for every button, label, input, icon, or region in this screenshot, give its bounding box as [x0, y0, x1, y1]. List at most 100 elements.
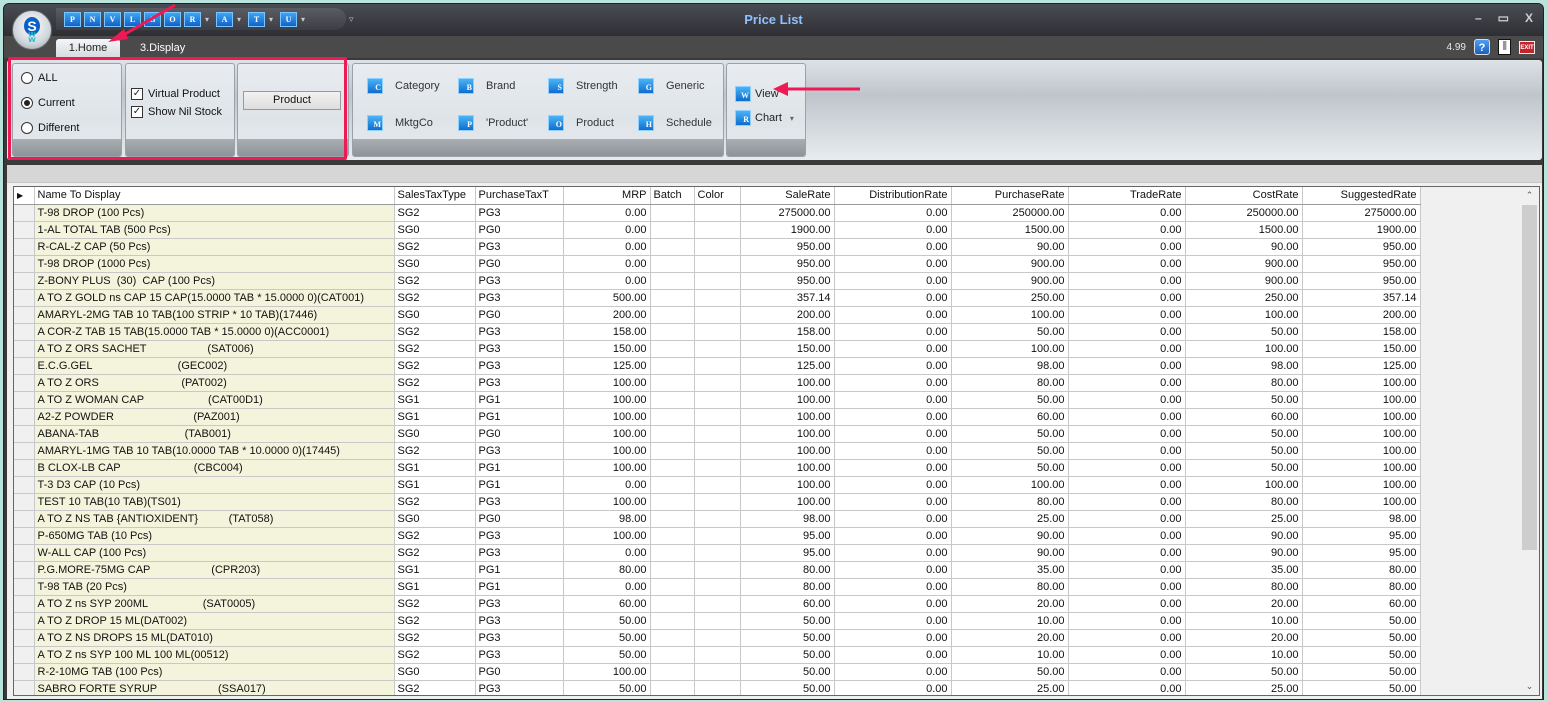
table-row[interactable]: SABRO FORTE SYRUP (SSA017) SG2 PG3 50.00 50.… [14, 680, 1427, 695]
cell-traderate[interactable]: 0.00 [1068, 289, 1186, 307]
cell-name-to-display[interactable]: Z-BONY PLUS (30) CAP (100 Pcs) [34, 272, 395, 290]
cell-color[interactable] [694, 612, 741, 630]
cell-name-to-display[interactable]: T-98 DROP (100 Pcs) [34, 204, 395, 222]
row-header[interactable] [14, 323, 35, 341]
cell-name-to-display[interactable]: A TO Z ORS SACHET (SAT006) [34, 340, 395, 358]
cell-color[interactable] [694, 204, 741, 222]
cell-traderate[interactable]: 0.00 [1068, 374, 1186, 392]
cell-purchasetaxt[interactable]: PG3 [475, 680, 564, 695]
table-row[interactable]: A TO Z ns SYP 100 ML 100 ML(00512) SG2 PG3… [14, 646, 1427, 664]
cell-costrate[interactable]: 20.00 [1185, 595, 1303, 613]
cell-suggestedrate[interactable]: 95.00 [1302, 527, 1421, 545]
table-row[interactable]: A TO Z GOLD ns CAP 15 CAP(15.0000 TAB * … [14, 289, 1427, 307]
cell-traderate[interactable]: 0.00 [1068, 561, 1186, 579]
cell-traderate[interactable]: 0.00 [1068, 323, 1186, 341]
cell-costrate[interactable]: 80.00 [1185, 493, 1303, 511]
cell-salestaxtype[interactable]: SG2 [394, 612, 476, 630]
cell-batch[interactable] [650, 340, 695, 358]
cell-suggestedrate[interactable]: 100.00 [1302, 459, 1421, 477]
cell-batch[interactable] [650, 459, 695, 477]
cell-mrp[interactable]: 158.00 [563, 323, 651, 341]
cell-purchasetaxt[interactable]: PG3 [475, 612, 564, 630]
cell-salerate[interactable]: 150.00 [740, 340, 835, 358]
cell-salerate[interactable]: 200.00 [740, 306, 835, 324]
cell-distributionrate[interactable]: 0.00 [834, 510, 952, 528]
cell-mrp[interactable]: 150.00 [563, 340, 651, 358]
cell-salestaxtype[interactable]: SG2 [394, 442, 476, 460]
cell-name-to-display[interactable]: A COR-Z TAB 15 TAB(15.0000 TAB * 15.0000… [34, 323, 395, 341]
cell-distributionrate[interactable]: 0.00 [834, 493, 952, 511]
cell-salestaxtype[interactable]: SG2 [394, 527, 476, 545]
cell-distributionrate[interactable]: 0.00 [834, 544, 952, 562]
cell-batch[interactable] [650, 272, 695, 290]
cell-purchasetaxt[interactable]: PG3 [475, 595, 564, 613]
cell-name-to-display[interactable]: A TO Z ORS (PAT002) [34, 374, 395, 392]
cell-mrp[interactable]: 125.00 [563, 357, 651, 375]
row-header[interactable] [14, 510, 35, 528]
radio-all[interactable]: ALL [21, 72, 58, 84]
cell-suggestedrate[interactable]: 100.00 [1302, 476, 1421, 494]
cell-color[interactable] [694, 561, 741, 579]
cell-distributionrate[interactable]: 0.00 [834, 425, 952, 443]
cell-color[interactable] [694, 663, 741, 681]
cell-salestaxtype[interactable]: SG0 [394, 425, 476, 443]
cell-distributionrate[interactable]: 0.00 [834, 204, 952, 222]
cell-costrate[interactable]: 100.00 [1185, 476, 1303, 494]
document-icon[interactable]: ≡ ≡ ≡ [1498, 39, 1511, 55]
cell-salerate[interactable]: 95.00 [740, 544, 835, 562]
cell-mrp[interactable]: 50.00 [563, 612, 651, 630]
row-header[interactable] [14, 476, 35, 494]
tab-display[interactable]: 3.Display [126, 39, 199, 58]
column-header-purchasetaxt[interactable]: PurchaseTaxT [475, 187, 564, 205]
cell-purchaserate[interactable]: 100.00 [951, 476, 1069, 494]
cell-traderate[interactable]: 0.00 [1068, 493, 1186, 511]
row-header[interactable] [14, 357, 35, 375]
cell-mrp[interactable]: 0.00 [563, 544, 651, 562]
table-row[interactable]: B CLOX-LB CAP (CBC004) SG1 PG1 100.00 100.00… [14, 459, 1427, 477]
virtual-product-check[interactable]: ✓ [131, 88, 143, 100]
column-header-color[interactable]: Color [694, 187, 741, 205]
cell-traderate[interactable]: 0.00 [1068, 357, 1186, 375]
row-header[interactable] [14, 272, 35, 290]
cell-distributionrate[interactable]: 0.00 [834, 442, 952, 460]
cell-suggestedrate[interactable]: 150.00 [1302, 340, 1421, 358]
scroll-down-icon[interactable]: ⌄ [1521, 678, 1538, 695]
cell-batch[interactable] [650, 493, 695, 511]
cell-name-to-display[interactable]: A TO Z WOMAN CAP (CAT00D1) [34, 391, 395, 409]
table-row[interactable]: W-ALL CAP (100 Pcs) SG2 PG3 0.00 95.00 0.00 90… [14, 544, 1427, 562]
cell-salestaxtype[interactable]: SG1 [394, 578, 476, 596]
cell-batch[interactable] [650, 442, 695, 460]
cell-salerate[interactable]: 50.00 [740, 612, 835, 630]
cell-salerate[interactable]: 50.00 [740, 680, 835, 695]
cell-costrate[interactable]: 60.00 [1185, 408, 1303, 426]
row-header[interactable] [14, 289, 35, 307]
cell-purchaserate[interactable]: 1500.00 [951, 221, 1069, 239]
row-header[interactable] [14, 425, 35, 443]
filter-button-schedule[interactable]: H Schedule [638, 115, 712, 131]
cell-salestaxtype[interactable]: SG2 [394, 629, 476, 647]
cell-traderate[interactable]: 0.00 [1068, 238, 1186, 256]
cell-color[interactable] [694, 646, 741, 664]
cell-costrate[interactable]: 100.00 [1185, 306, 1303, 324]
cell-mrp[interactable]: 100.00 [563, 527, 651, 545]
cell-salestaxtype[interactable]: SG2 [394, 238, 476, 256]
table-row[interactable]: E.C.G.GEL (GEC002) SG2 PG3 125.00 125.00 0.00… [14, 357, 1427, 375]
cell-distributionrate[interactable]: 0.00 [834, 357, 952, 375]
cell-name-to-display[interactable]: T-98 TAB (20 Pcs) [34, 578, 395, 596]
cell-suggestedrate[interactable]: 950.00 [1302, 238, 1421, 256]
cell-purchasetaxt[interactable]: PG1 [475, 459, 564, 477]
cell-purchasetaxt[interactable]: PG0 [475, 221, 564, 239]
cell-salerate[interactable]: 1900.00 [740, 221, 835, 239]
row-header[interactable] [14, 527, 35, 545]
cell-distributionrate[interactable]: 0.00 [834, 340, 952, 358]
cell-color[interactable] [694, 442, 741, 460]
cell-suggestedrate[interactable]: 50.00 [1302, 680, 1421, 695]
cell-salerate[interactable]: 158.00 [740, 323, 835, 341]
cell-color[interactable] [694, 680, 741, 695]
cell-name-to-display[interactable]: T-3 D3 CAP (10 Pcs) [34, 476, 395, 494]
cell-distributionrate[interactable]: 0.00 [834, 306, 952, 324]
cell-purchaserate[interactable]: 100.00 [951, 340, 1069, 358]
cell-traderate[interactable]: 0.00 [1068, 510, 1186, 528]
table-row[interactable]: A TO Z NS DROPS 15 ML(DAT010) SG2 PG3 50.00… [14, 629, 1427, 647]
cell-salerate[interactable]: 100.00 [740, 425, 835, 443]
